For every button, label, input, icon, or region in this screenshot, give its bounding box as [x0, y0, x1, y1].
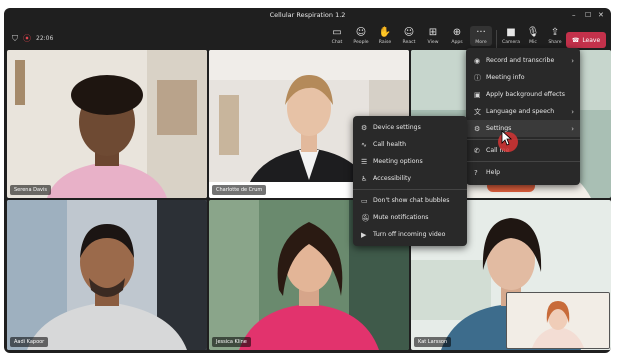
self-view-tile[interactable]	[506, 292, 610, 349]
record-icon: ◉	[474, 56, 481, 65]
meeting-timer: 22:06	[36, 35, 54, 42]
chevron-right-icon: ›	[571, 124, 574, 133]
more-options-menu: ◉ Record and transcribe › ⓘ Meeting info…	[466, 48, 580, 185]
mic-button[interactable]: 🎙︎ Mic	[522, 26, 544, 46]
menu-item-settings[interactable]: ⚙ Settings ›	[466, 120, 580, 137]
close-icon[interactable]: ✕	[598, 11, 604, 19]
plus-icon: ⊕	[452, 27, 462, 38]
microphone-icon: 🎙︎	[526, 27, 540, 38]
participant-name: Aadi Kapoor	[10, 337, 49, 347]
more-button[interactable]: ··· More	[470, 26, 492, 46]
settings-submenu: ⚙ Device settings ∿ Call health ☰ Meetin…	[353, 116, 467, 246]
info-icon: ⓘ	[474, 73, 481, 82]
menu-item-record-and-transcribe[interactable]: ◉ Record and transcribe ›	[466, 52, 580, 69]
mouse-pointer-icon	[501, 130, 513, 146]
device-settings-icon: ⚙	[361, 123, 368, 132]
participant-name: Serena Davis	[10, 185, 51, 195]
video-tile-serena-davis[interactable]: Serena Davis	[7, 50, 207, 198]
teams-meeting-window: Cellular Respiration 1.2 – ☐ ✕ ⛉ ⦿ 22:06…	[4, 8, 611, 353]
menu-item-help[interactable]: ? Help	[466, 164, 580, 181]
menu-divider	[466, 139, 580, 140]
toolbar-divider	[496, 30, 497, 48]
menu-item-device-settings[interactable]: ⚙ Device settings	[353, 119, 467, 136]
participant-video	[7, 50, 207, 198]
menu-item-language-and-speech[interactable]: 文 Language and speech ›	[466, 103, 580, 120]
react-button[interactable]: ☺ React	[398, 26, 420, 46]
share-icon: ⇪	[550, 27, 560, 38]
maximize-icon[interactable]: ☐	[585, 11, 591, 19]
video-tile-aadi-kapoor[interactable]: Aadi Kapoor	[7, 200, 207, 350]
chat-button[interactable]: ▭ Chat	[326, 26, 348, 46]
emoji-icon: ☺	[403, 27, 415, 38]
apps-button[interactable]: ⊕ Apps	[446, 26, 468, 46]
grid-icon: ⊞	[428, 27, 438, 38]
shield-icon: ⛉	[12, 33, 18, 43]
pulse-icon: ∿	[361, 140, 367, 149]
bell-off-icon: 🔕︎	[361, 213, 370, 222]
chevron-right-icon: ›	[571, 107, 574, 116]
chevron-right-icon: ›	[571, 56, 574, 65]
menu-divider	[466, 161, 580, 162]
raise-hand-button[interactable]: ✋ Raise	[374, 26, 396, 46]
self-view-video	[507, 293, 609, 348]
view-button[interactable]: ⊞ View	[422, 26, 444, 46]
leave-button[interactable]: ☎ Leave	[566, 32, 606, 48]
window-title: Cellular Respiration 1.2	[269, 11, 346, 19]
participant-video	[7, 200, 207, 350]
phone-icon: ✆	[474, 146, 480, 155]
camera-icon: ■	[506, 27, 516, 38]
sliders-icon: ☰	[361, 157, 368, 166]
menu-item-meeting-info[interactable]: ⓘ Meeting info	[466, 69, 580, 86]
menu-item-accessibility[interactable]: ♿ Accessibility	[353, 170, 467, 187]
ellipsis-icon: ···	[476, 27, 486, 38]
video-off-icon: ▶	[361, 230, 367, 239]
share-button[interactable]: ⇪ Share	[544, 26, 566, 46]
minimize-icon[interactable]: –	[572, 11, 576, 19]
language-icon: 文	[474, 107, 481, 116]
chat-bubble-off-icon: ▭	[361, 196, 368, 205]
menu-item-turn-off-incoming-video[interactable]: ▶ Turn off incoming video	[353, 226, 467, 243]
hand-icon: ✋	[378, 27, 392, 38]
menu-item-meeting-options[interactable]: ☰ Meeting options	[353, 153, 467, 170]
menu-item-call-me[interactable]: ✆ Call me	[466, 142, 580, 159]
menu-item-dont-show-chat-bubbles[interactable]: ▭ Don't show chat bubbles	[353, 192, 467, 209]
camera-button[interactable]: ■ Camera	[500, 26, 522, 46]
menu-divider	[353, 189, 467, 190]
phone-hangup-icon: ☎	[571, 36, 580, 44]
participant-name: Kat Larsson	[414, 337, 452, 347]
help-icon: ?	[474, 168, 478, 177]
menu-item-mute-notifications[interactable]: 🔕︎ Mute notifications	[353, 209, 467, 226]
people-button[interactable]: ☺ People	[350, 26, 372, 46]
participant-name: Charlotte de Crum	[212, 185, 267, 195]
chat-icon: ▭	[332, 27, 342, 38]
people-icon: ☺	[355, 27, 367, 38]
title-bar: Cellular Respiration 1.2 – ☐ ✕	[4, 8, 611, 24]
participant-name: Jessica Kline	[212, 337, 251, 347]
accessibility-icon: ♿	[361, 174, 368, 183]
background-effects-icon: ▣	[474, 90, 481, 99]
menu-item-apply-background-effects[interactable]: ▣ Apply background effects	[466, 86, 580, 103]
recording-icon: ⦿	[23, 34, 31, 43]
menu-item-call-health[interactable]: ∿ Call health	[353, 136, 467, 153]
gear-icon: ⚙	[474, 124, 481, 133]
